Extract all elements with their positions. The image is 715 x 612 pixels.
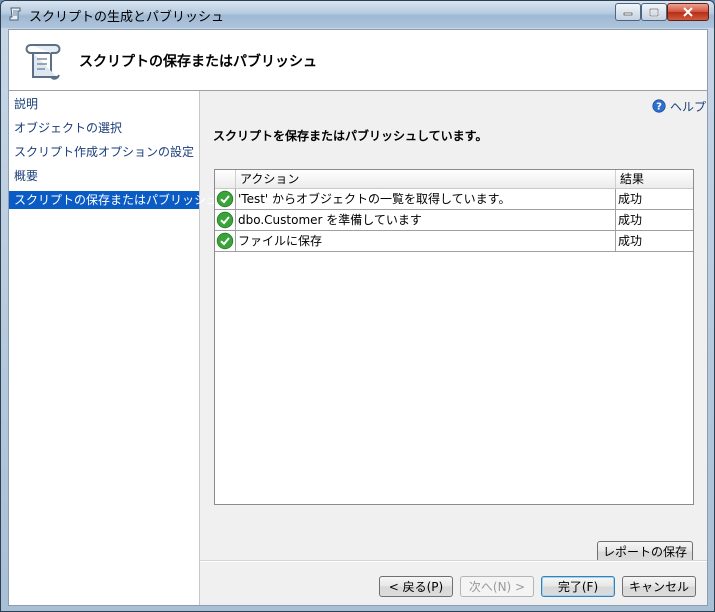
success-check-icon [216,232,234,250]
table-row[interactable]: ファイルに保存 成功 [215,231,693,252]
help-icon: ? [652,99,666,113]
table-row[interactable]: dbo.Customer を準備しています 成功 [215,210,693,231]
sidebar-item-scripting-options[interactable]: スクリプト作成オプションの設定 [9,143,199,161]
header-icon-column [215,170,236,188]
svg-text:?: ? [656,102,662,113]
header-action[interactable]: アクション [236,170,616,188]
table-row[interactable]: 'Test' からオブジェクトの一覧を取得しています。 成功 [215,189,693,210]
minimize-button[interactable] [615,3,641,21]
row-action: dbo.Customer を準備しています [236,210,616,230]
back-button[interactable]: < 戻る(P) [379,576,453,597]
success-check-icon [216,211,234,229]
row-result: 成功 [618,234,643,248]
status-message: スクリプトを保存またはパブリッシュしています。 [213,129,488,143]
sidebar-item-select-objects[interactable]: オブジェクトの選択 [9,119,199,137]
wizard-window: スクリプトの生成とパブリッシュ スクリプトの保存またはパブリッシュ 説明 オブジ… [0,0,715,612]
success-check-icon [216,190,234,208]
maximize-button[interactable] [641,3,667,21]
sidebar-item-description[interactable]: 説明 [9,95,199,113]
wizard-main: ? ヘルプ スクリプトを保存またはパブリッシュしています。 アクション 結果 '… [200,91,707,605]
next-button[interactable]: 次へ(N) > [460,576,534,597]
wizard-client: スクリプトの保存またはパブリッシュ 説明 オブジェクトの選択 スクリプト作成オプ… [8,29,708,606]
row-action: ファイルに保存 [236,231,616,251]
finish-button[interactable]: 完了(F) [541,576,615,597]
script-scroll-icon [9,7,21,21]
help-label: ヘルプ [670,99,707,114]
window-title: スクリプトの生成とパブリッシュ [29,10,225,25]
close-icon [683,7,693,17]
minimize-icon [623,12,633,16]
wizard-header: スクリプトの保存またはパブリッシュ [9,30,707,91]
grid-header: アクション 結果 [215,170,693,189]
script-scroll-icon [25,44,61,80]
page-title: スクリプトの保存またはパブリッシュ [79,54,317,70]
help-link[interactable]: ? ヘルプ [652,98,706,114]
footer-divider [200,560,707,562]
row-result: 成功 [618,192,643,206]
results-grid: アクション 結果 'Test' からオブジェクトの一覧を取得しています。 成功 [214,169,694,505]
sidebar-item-save-or-publish[interactable]: スクリプトの保存またはパブリッシュ [9,191,218,209]
row-action: 'Test' からオブジェクトの一覧を取得しています。 [236,189,616,209]
maximize-icon [649,7,659,17]
save-report-button[interactable]: レポートの保存 [597,541,693,562]
title-bar[interactable]: スクリプトの生成とパブリッシュ [1,1,714,28]
sidebar-item-summary[interactable]: 概要 [9,167,199,185]
cancel-button[interactable]: キャンセル [622,576,696,597]
close-button[interactable] [667,3,709,21]
header-result[interactable]: 結果 [616,170,693,188]
wizard-sidebar: 説明 オブジェクトの選択 スクリプト作成オプションの設定 概要 スクリプトの保存… [9,91,218,605]
row-result: 成功 [618,213,643,227]
